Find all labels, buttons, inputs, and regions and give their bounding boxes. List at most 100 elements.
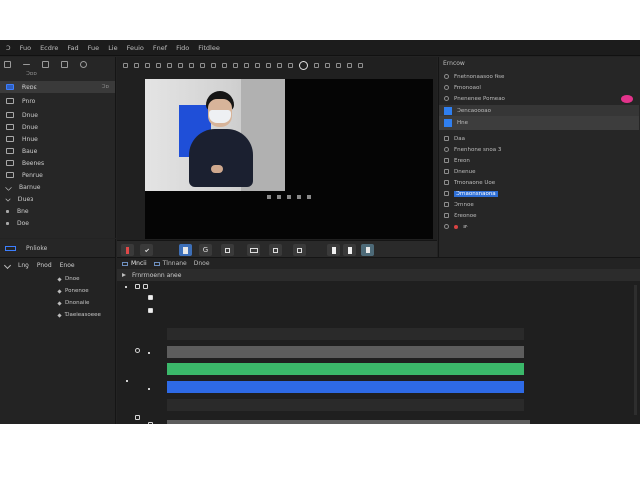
tool-icon[interactable] xyxy=(134,62,139,68)
menu-item-share[interactable]: Fnef xyxy=(153,44,167,52)
track-icon[interactable] xyxy=(148,308,153,313)
track-icon[interactable] xyxy=(135,284,140,289)
inspector-row[interactable]: Fnetnonaasoo fɨse xyxy=(439,71,639,82)
inspector-row[interactable]: Trnonaone Uoe xyxy=(439,177,639,188)
timeline-track-empty[interactable] xyxy=(167,399,524,411)
record-icon[interactable] xyxy=(299,60,308,70)
timeline[interactable] xyxy=(117,281,640,424)
effects-tab[interactable]: Enoe xyxy=(60,262,75,269)
sidebar-item[interactable]: Ɒueɜ xyxy=(0,193,115,205)
tool-icon[interactable] xyxy=(200,62,205,68)
inspector-row[interactable]: Fnenhone snoa 3 xyxy=(439,144,639,155)
transform-button[interactable] xyxy=(247,244,260,256)
filter-icon[interactable] xyxy=(80,61,87,68)
effects-list-item[interactable]: Ɗaeieasoeee xyxy=(57,312,101,318)
insert-button[interactable] xyxy=(327,244,340,256)
effects-list-item[interactable]: Dnonaiie xyxy=(57,300,89,306)
import-icon[interactable] xyxy=(4,61,11,68)
overwrite-button[interactable] xyxy=(361,244,374,256)
tool-icon[interactable] xyxy=(358,62,363,68)
tool-icon[interactable] xyxy=(277,62,282,68)
timeline-scrollbar[interactable] xyxy=(634,285,637,415)
menu-item-window[interactable]: Fido xyxy=(176,44,189,52)
step-back-icon[interactable] xyxy=(277,195,281,199)
track-icon[interactable] xyxy=(143,284,148,289)
inspector-row[interactable]: Daa xyxy=(439,133,639,144)
inspector-row[interactable]: Ɛreonoe xyxy=(439,210,639,221)
forward-icon[interactable] xyxy=(307,195,311,199)
inspector-row[interactable]: Ɔrnnoe xyxy=(439,199,639,210)
disclosure-triangle-icon[interactable] xyxy=(122,273,126,277)
append-button[interactable] xyxy=(343,244,356,256)
tool-icon[interactable] xyxy=(145,62,150,68)
tool-icon[interactable] xyxy=(178,62,183,68)
browser-icon[interactable] xyxy=(5,245,16,251)
chevron-down-icon[interactable] xyxy=(3,261,12,270)
inspector-row[interactable]: Ereon xyxy=(439,155,639,166)
rewind-icon[interactable] xyxy=(267,195,271,199)
menu-item-file[interactable]: Fuo xyxy=(20,44,31,52)
menu-item-edit[interactable]: Ecdre xyxy=(40,44,58,52)
tool-icon[interactable] xyxy=(123,62,128,68)
tab-media[interactable]: Mncii xyxy=(122,260,147,267)
track-audio-icon[interactable] xyxy=(135,348,140,353)
tool-icon[interactable] xyxy=(255,62,260,68)
tab-done[interactable]: Dnoe xyxy=(194,260,210,267)
tool-icon[interactable] xyxy=(266,62,271,68)
inspector-row-selected[interactable]: Hne xyxy=(439,116,639,130)
tool-icon[interactable] xyxy=(347,62,352,68)
sidebar-item-group[interactable]: Barnue xyxy=(0,181,115,193)
retime-button[interactable] xyxy=(269,244,282,256)
tool-icon[interactable] xyxy=(325,62,330,68)
app-menu[interactable]: Ɔ xyxy=(6,44,11,52)
effects-list-item[interactable]: Ponenoe xyxy=(57,288,89,294)
inspector-row[interactable]: Dnenue xyxy=(439,166,639,177)
tool-icon[interactable] xyxy=(222,62,227,68)
timeline-clip-green[interactable] xyxy=(167,363,524,375)
tool-icon[interactable] xyxy=(314,62,319,68)
step-forward-icon[interactable] xyxy=(297,195,301,199)
list-view-icon[interactable] xyxy=(61,61,68,68)
tab-timeline[interactable]: Tlnnane xyxy=(153,260,187,267)
minus-icon[interactable] xyxy=(23,64,30,65)
tool-icon[interactable] xyxy=(233,62,238,68)
crop-button[interactable] xyxy=(221,244,234,256)
video-preview[interactable] xyxy=(145,79,433,239)
sidebar-item[interactable]: Dnue xyxy=(0,121,115,133)
menu-item-help[interactable]: Fitdlee xyxy=(198,44,220,52)
tool-icon[interactable] xyxy=(189,62,194,68)
track-icon[interactable] xyxy=(148,295,153,300)
tool-icon[interactable] xyxy=(167,62,172,68)
group-button[interactable]: G xyxy=(199,244,212,256)
sidebar-item[interactable]: Hnue xyxy=(0,133,115,145)
tool-icon[interactable] xyxy=(336,62,341,68)
color-tag-icon[interactable] xyxy=(621,94,633,103)
timeline-clip-gray[interactable] xyxy=(167,420,530,424)
inspector-row[interactable]: ɚ xyxy=(439,221,639,232)
track-icon[interactable] xyxy=(148,422,153,424)
tool-icon[interactable] xyxy=(156,62,161,68)
sidebar-item[interactable]: Dnue xyxy=(0,109,115,121)
menu-item-clip[interactable]: Lie xyxy=(108,44,117,52)
audio-button[interactable] xyxy=(293,244,306,256)
track-icon[interactable] xyxy=(135,415,140,420)
sidebar-item-library[interactable]: Ɍɐɒɛ Ɔɒ xyxy=(0,81,115,93)
browser-tab-label[interactable]: Pnlioke xyxy=(26,245,47,252)
menu-item-mark[interactable]: Fue xyxy=(88,44,100,52)
sidebar-item[interactable]: Beenes xyxy=(0,157,115,169)
sidebar-item[interactable]: Bne xyxy=(0,205,115,217)
effects-tab[interactable]: Pnod xyxy=(37,262,52,269)
menu-item-view[interactable]: Fad xyxy=(67,44,78,52)
effects-tab[interactable]: Lnƍ xyxy=(18,262,29,269)
chevron-down-icon[interactable] xyxy=(4,183,13,191)
timeline-clip-gray[interactable] xyxy=(167,346,524,358)
timeline-track-empty[interactable] xyxy=(167,328,524,340)
tool-icon[interactable] xyxy=(211,62,216,68)
select-tool-button[interactable] xyxy=(179,244,192,256)
inspector-row[interactable]: Pnenenee Pomeao xyxy=(439,93,639,104)
grid-view-icon[interactable] xyxy=(42,61,49,68)
inspector-row-highlighted[interactable]: Ɔrnaonsnaona xyxy=(439,188,639,199)
timeline-clip-blue[interactable] xyxy=(167,381,524,393)
effects-list-item[interactable]: Dnoe xyxy=(57,276,79,282)
sidebar-item[interactable]: Penrue xyxy=(0,169,115,181)
